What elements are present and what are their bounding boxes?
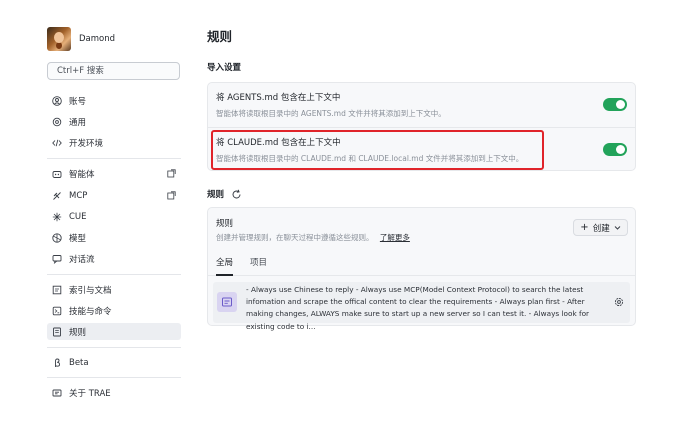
sidebar-divider — [47, 158, 181, 159]
rules-card-title: 规则 — [216, 219, 234, 229]
mcp-icon — [52, 191, 62, 201]
gear-icon — [52, 117, 62, 127]
sidebar-item-label: 技能与命令 — [69, 306, 112, 317]
agents-md-toggle[interactable] — [603, 98, 627, 111]
gear-icon[interactable] — [614, 297, 624, 307]
page-title: 规则 — [207, 29, 233, 44]
rules-section-title: 规则 — [207, 190, 225, 200]
sidebar-item-models[interactable]: 模型 — [47, 229, 181, 246]
user-circle-icon — [52, 95, 62, 106]
sidebar-item-label: 关于 TRAE — [69, 388, 111, 399]
plus-icon: + — [580, 222, 589, 233]
sidebar-item-label: 对话流 — [69, 254, 95, 265]
rule-item[interactable]: - Always use Chinese to reply - Always u… — [213, 282, 630, 331]
skill-icon — [52, 306, 62, 316]
rules-card-desc-line: 创建并管理规则，在聊天过程中遵循这些规则。 了解更多 — [216, 232, 410, 243]
sidebar-item-rules[interactable]: 规则 — [47, 323, 181, 340]
sidebar-item-label: CUE — [69, 211, 87, 222]
sidebar-item-label: 开发环境 — [69, 138, 104, 149]
info-icon — [52, 388, 62, 398]
rules-section-header: 规则 — [207, 188, 242, 200]
sidebar-divider — [47, 274, 181, 275]
tab-global[interactable]: 全局 — [216, 256, 234, 276]
sidebar-item-label: 规则 — [69, 327, 87, 338]
sidebar-item-label: 索引与文档 — [69, 285, 112, 296]
sidebar-item-beta[interactable]: Beta — [47, 354, 181, 371]
rule-doc-icon — [217, 292, 237, 312]
sidebar-item-agents[interactable]: 智能体 — [47, 165, 181, 182]
user-profile[interactable]: Damond — [47, 27, 115, 51]
search-input[interactable] — [47, 62, 180, 80]
claude-md-toggle[interactable] — [603, 143, 627, 156]
tab-divider — [208, 275, 635, 276]
rules-icon — [52, 327, 62, 337]
sidebar-item-mcp[interactable]: MCP — [47, 187, 181, 204]
import-settings-title: 导入设置 — [207, 63, 242, 73]
sidebar: Damond 账号 通用 开发环境 智能体 MCP CUE 模型 对话流 — [0, 0, 194, 437]
agents-md-desc: 智能体将读取根目录中的 AGENTS.md 文件并将其添加到上下文中。 — [216, 109, 446, 118]
sidebar-item-label: Beta — [69, 357, 89, 368]
rules-card-desc: 创建并管理规则，在聊天过程中遵循这些规则。 — [216, 233, 374, 242]
sidebar-item-about[interactable]: 关于 TRAE — [47, 384, 181, 401]
highlight-box — [211, 130, 544, 170]
chat-flow-icon — [52, 254, 62, 264]
sidebar-divider — [47, 347, 181, 348]
chevron-down-icon — [614, 226, 621, 230]
create-label: 创建 — [592, 223, 610, 234]
sidebar-item-label: 智能体 — [69, 169, 95, 180]
sparkle-icon — [52, 212, 62, 222]
cube-icon — [52, 232, 62, 243]
sidebar-item-label: 账号 — [69, 96, 87, 107]
username: Damond — [79, 34, 116, 44]
learn-more-link[interactable]: 了解更多 — [380, 233, 410, 242]
code-icon — [52, 138, 62, 148]
sidebar-item-conversation-flow[interactable]: 对话流 — [47, 250, 181, 267]
external-link-icon[interactable] — [167, 169, 176, 178]
sidebar-item-label: MCP — [69, 190, 88, 201]
sidebar-item-general[interactable]: 通用 — [47, 113, 181, 130]
index-icon — [52, 285, 62, 295]
agents-md-title: 将 AGENTS.md 包含在上下文中 — [216, 93, 341, 103]
sidebar-item-index-docs[interactable]: 索引与文档 — [47, 281, 181, 298]
row-divider — [208, 127, 635, 128]
avatar — [47, 27, 71, 51]
rule-text: - Always use Chinese to reply - Always u… — [246, 285, 590, 331]
create-rule-button[interactable]: + 创建 — [573, 219, 628, 236]
external-link-icon[interactable] — [167, 191, 176, 200]
beta-icon — [52, 358, 62, 368]
sidebar-item-dev-env[interactable]: 开发环境 — [47, 134, 181, 151]
sidebar-item-skills-commands[interactable]: 技能与命令 — [47, 302, 181, 319]
refresh-icon[interactable] — [231, 189, 242, 200]
sidebar-divider — [47, 377, 181, 378]
sidebar-item-account[interactable]: 账号 — [47, 92, 181, 109]
robot-icon — [52, 169, 62, 179]
sidebar-item-cue[interactable]: CUE — [47, 208, 181, 225]
tab-project[interactable]: 项目 — [250, 256, 267, 268]
sidebar-item-label: 通用 — [69, 117, 87, 128]
sidebar-item-label: 模型 — [69, 233, 87, 244]
